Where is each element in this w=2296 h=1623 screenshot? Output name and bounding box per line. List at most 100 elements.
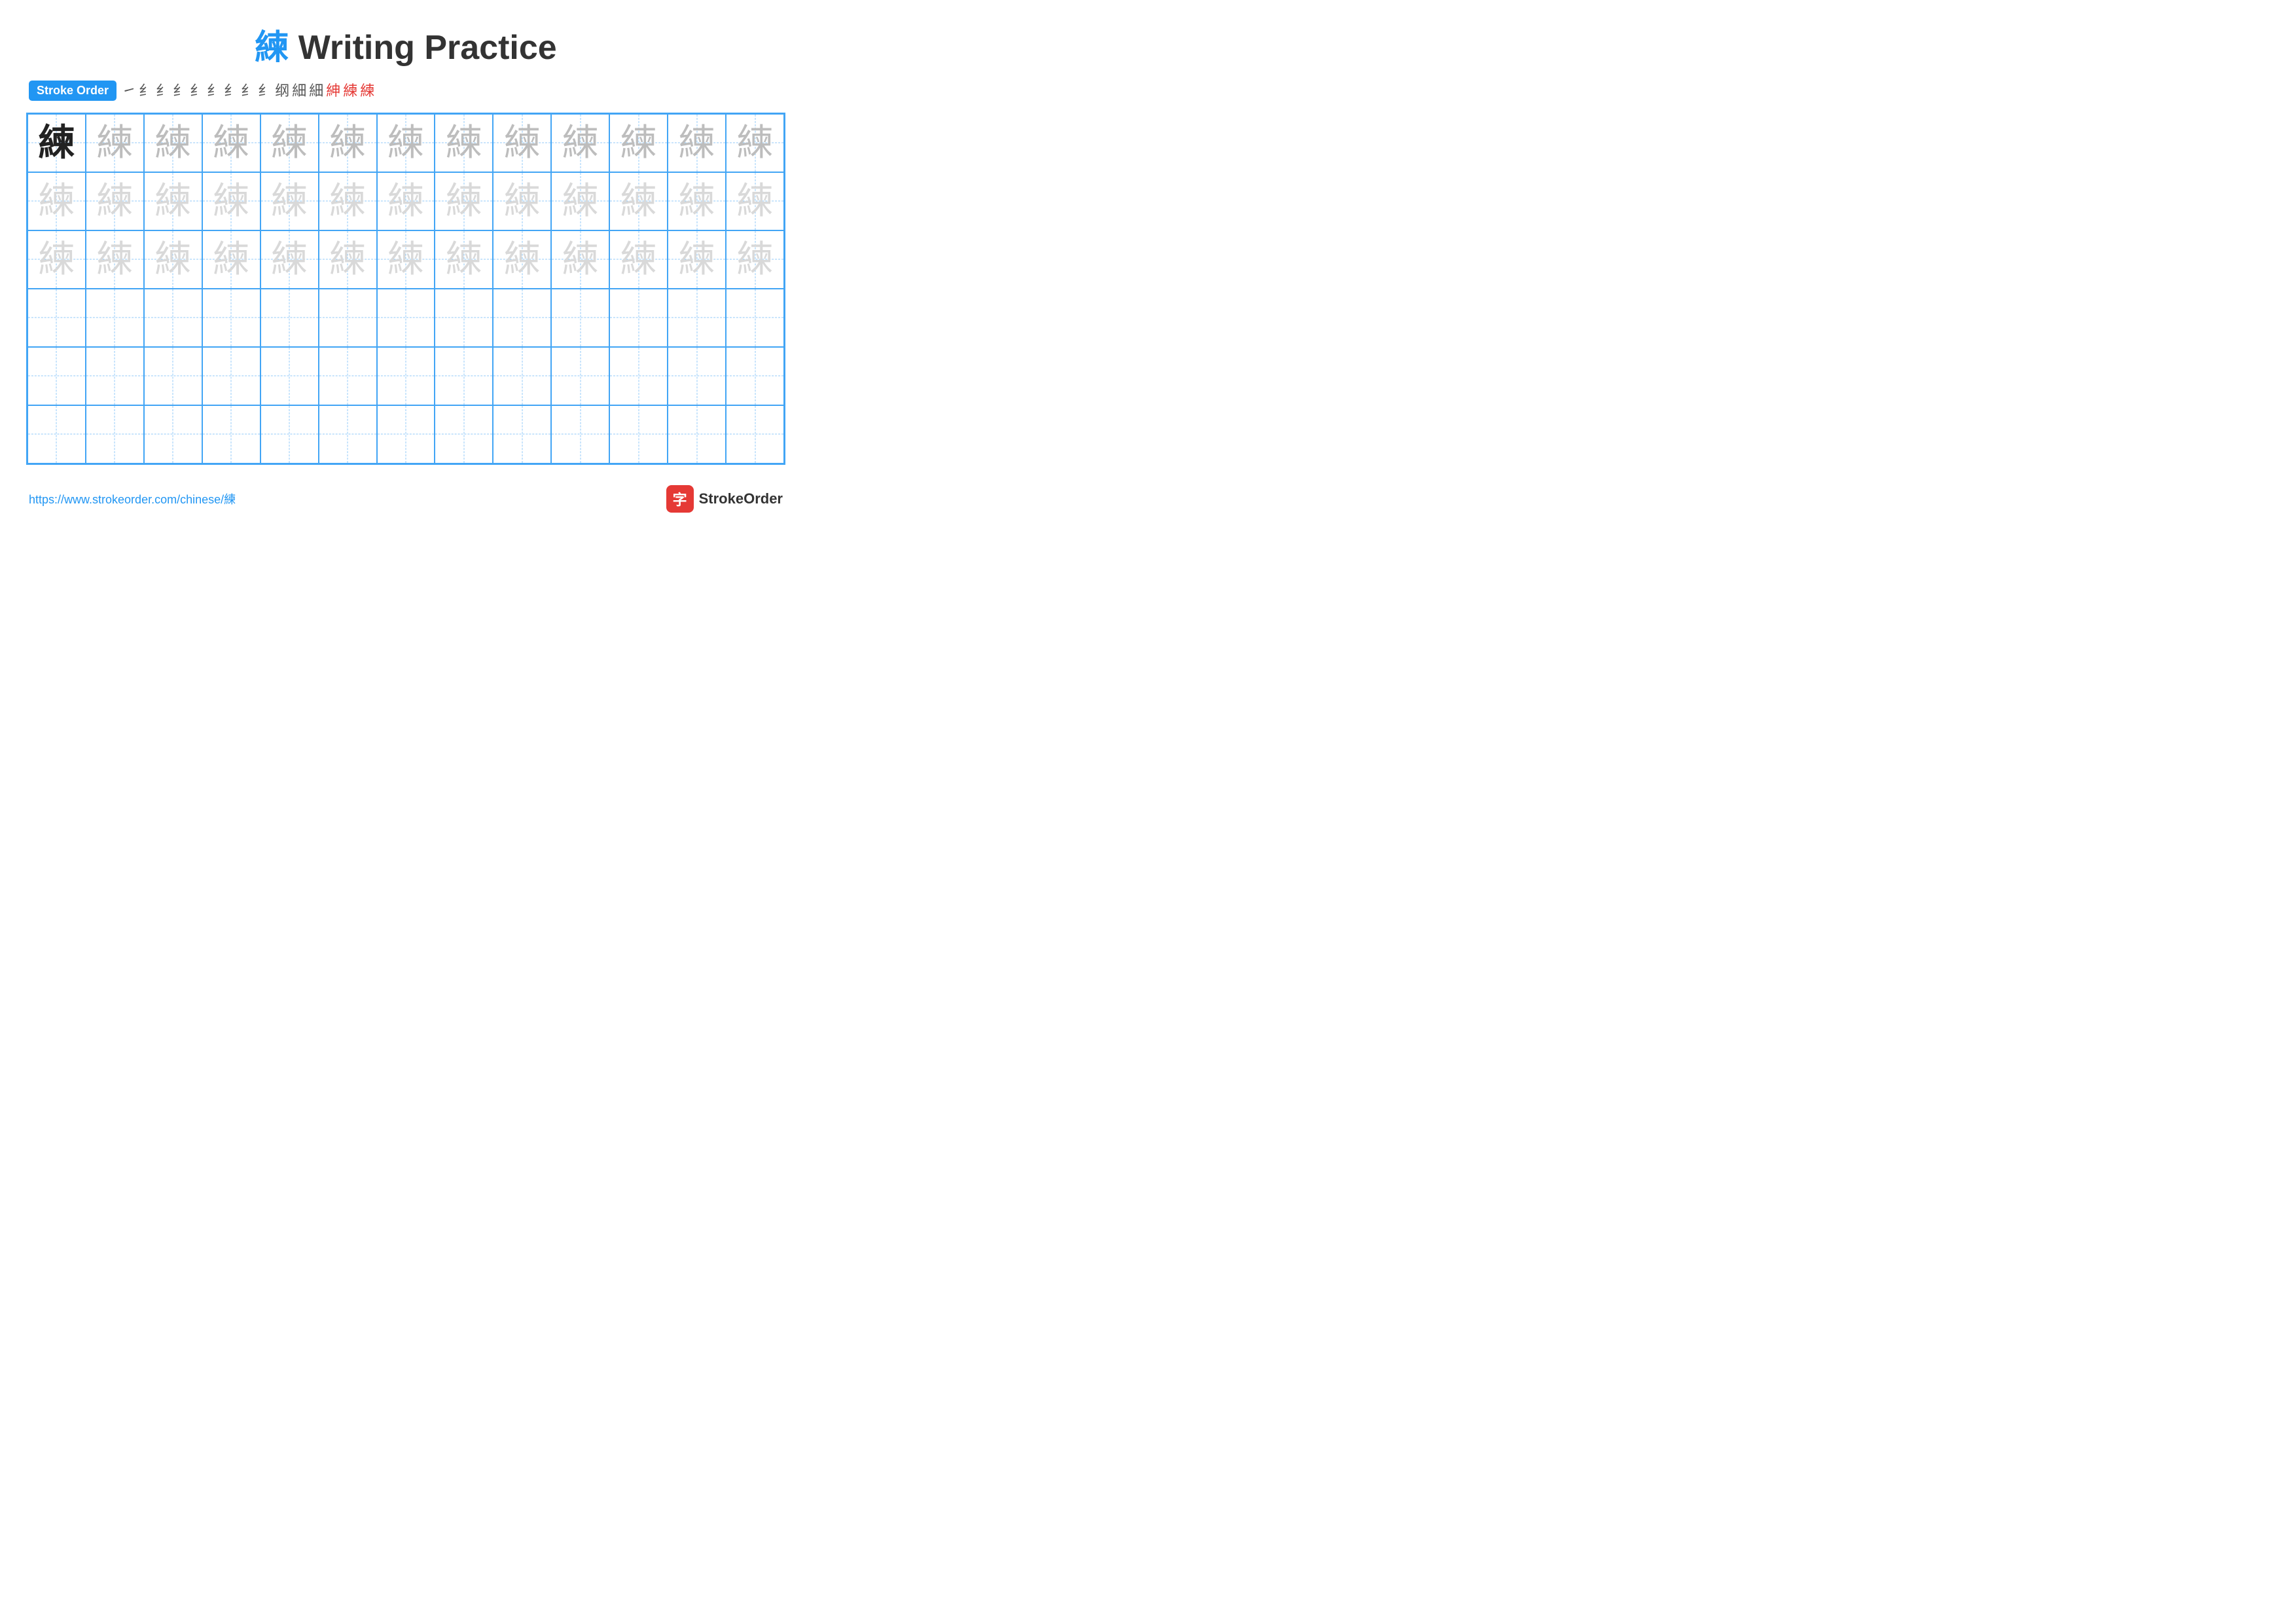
grid-cell-4-8[interactable] — [493, 347, 551, 405]
grid-cell-3-9[interactable] — [551, 289, 609, 347]
grid-cell-0-9[interactable]: 練 — [551, 114, 609, 172]
grid-cell-2-11[interactable]: 練 — [668, 230, 726, 289]
grid-cell-0-3[interactable]: 練 — [202, 114, 260, 172]
grid-cell-3-12[interactable] — [726, 289, 784, 347]
grid-cell-1-11[interactable]: 練 — [668, 172, 726, 230]
cell-char-2-3: 練 — [213, 241, 249, 278]
cell-char-0-1: 練 — [96, 124, 133, 161]
stroke-step-7: 纟 — [241, 84, 255, 98]
grid-cell-0-12[interactable]: 練 — [726, 114, 784, 172]
grid-cell-1-7[interactable]: 練 — [435, 172, 493, 230]
grid-cell-3-0[interactable] — [27, 289, 86, 347]
grid-cell-5-5[interactable] — [319, 405, 377, 464]
grid-cell-4-5[interactable] — [319, 347, 377, 405]
grid-cell-2-1[interactable]: 練 — [86, 230, 144, 289]
stroke-step-10: 細 — [292, 84, 306, 98]
grid-cell-4-0[interactable] — [27, 347, 86, 405]
grid-cell-0-0[interactable]: 練 — [27, 114, 86, 172]
grid-cell-5-3[interactable] — [202, 405, 260, 464]
grid-cell-2-4[interactable]: 練 — [260, 230, 319, 289]
grid-cell-0-4[interactable]: 練 — [260, 114, 319, 172]
grid-cell-4-3[interactable] — [202, 347, 260, 405]
grid-cell-1-6[interactable]: 練 — [377, 172, 435, 230]
grid-cell-5-12[interactable] — [726, 405, 784, 464]
cell-char-0-8: 練 — [504, 124, 541, 161]
grid-cell-2-8[interactable]: 練 — [493, 230, 551, 289]
grid-cell-4-1[interactable] — [86, 347, 144, 405]
grid-cell-5-9[interactable] — [551, 405, 609, 464]
grid-row-5 — [27, 405, 784, 464]
stroke-order-badge[interactable]: Stroke Order — [29, 81, 117, 101]
cell-char-1-2: 練 — [154, 183, 191, 219]
grid-cell-1-8[interactable]: 練 — [493, 172, 551, 230]
practice-grid: 練練練練練練練練練練練練練練練練練練練練練練練練練練練練練練練練練練練練練練練 — [26, 113, 785, 465]
cell-char-2-9: 練 — [562, 241, 599, 278]
grid-cell-3-4[interactable] — [260, 289, 319, 347]
grid-cell-5-8[interactable] — [493, 405, 551, 464]
grid-cell-3-10[interactable] — [609, 289, 668, 347]
stroke-step-5: 纟 — [207, 84, 221, 98]
grid-cell-4-9[interactable] — [551, 347, 609, 405]
grid-cell-0-5[interactable]: 練 — [319, 114, 377, 172]
brand-name: StrokeOrder — [699, 490, 783, 507]
title-char: 練 — [255, 29, 289, 67]
grid-cell-4-4[interactable] — [260, 347, 319, 405]
grid-cell-1-4[interactable]: 練 — [260, 172, 319, 230]
grid-cell-5-4[interactable] — [260, 405, 319, 464]
stroke-order-row: Stroke Order ㇀纟纟纟纟纟纟纟纟纲細細紳練練 — [26, 81, 785, 101]
grid-cell-2-5[interactable]: 練 — [319, 230, 377, 289]
grid-cell-3-6[interactable] — [377, 289, 435, 347]
grid-cell-2-7[interactable]: 練 — [435, 230, 493, 289]
grid-cell-2-2[interactable]: 練 — [144, 230, 202, 289]
grid-cell-2-0[interactable]: 練 — [27, 230, 86, 289]
cell-char-2-2: 練 — [154, 241, 191, 278]
grid-cell-4-12[interactable] — [726, 347, 784, 405]
grid-cell-5-11[interactable] — [668, 405, 726, 464]
grid-cell-0-6[interactable]: 練 — [377, 114, 435, 172]
grid-cell-3-5[interactable] — [319, 289, 377, 347]
grid-cell-5-1[interactable] — [86, 405, 144, 464]
grid-cell-5-0[interactable] — [27, 405, 86, 464]
grid-cell-0-2[interactable]: 練 — [144, 114, 202, 172]
grid-cell-1-12[interactable]: 練 — [726, 172, 784, 230]
grid-cell-4-7[interactable] — [435, 347, 493, 405]
grid-cell-1-9[interactable]: 練 — [551, 172, 609, 230]
grid-cell-0-1[interactable]: 練 — [86, 114, 144, 172]
brand: 字 StrokeOrder — [666, 485, 783, 513]
grid-cell-2-10[interactable]: 練 — [609, 230, 668, 289]
grid-cell-2-9[interactable]: 練 — [551, 230, 609, 289]
grid-cell-4-11[interactable] — [668, 347, 726, 405]
grid-cell-3-8[interactable] — [493, 289, 551, 347]
grid-cell-3-7[interactable] — [435, 289, 493, 347]
cell-char-0-5: 練 — [329, 124, 366, 161]
grid-cell-1-5[interactable]: 練 — [319, 172, 377, 230]
grid-cell-1-10[interactable]: 練 — [609, 172, 668, 230]
grid-cell-1-0[interactable]: 練 — [27, 172, 86, 230]
grid-cell-3-3[interactable] — [202, 289, 260, 347]
grid-cell-0-8[interactable]: 練 — [493, 114, 551, 172]
cell-char-1-5: 練 — [329, 183, 366, 219]
grid-cell-4-6[interactable] — [377, 347, 435, 405]
grid-cell-0-11[interactable]: 練 — [668, 114, 726, 172]
cell-char-0-9: 練 — [562, 124, 599, 161]
grid-cell-5-10[interactable] — [609, 405, 668, 464]
grid-cell-5-7[interactable] — [435, 405, 493, 464]
cell-char-2-6: 練 — [387, 241, 424, 278]
grid-cell-2-3[interactable]: 練 — [202, 230, 260, 289]
grid-cell-1-1[interactable]: 練 — [86, 172, 144, 230]
grid-cell-0-10[interactable]: 練 — [609, 114, 668, 172]
grid-cell-3-11[interactable] — [668, 289, 726, 347]
grid-cell-5-6[interactable] — [377, 405, 435, 464]
grid-cell-3-1[interactable] — [86, 289, 144, 347]
grid-cell-2-12[interactable]: 練 — [726, 230, 784, 289]
grid-cell-4-2[interactable] — [144, 347, 202, 405]
grid-cell-0-7[interactable]: 練 — [435, 114, 493, 172]
grid-cell-4-10[interactable] — [609, 347, 668, 405]
footer-url[interactable]: https://www.strokeorder.com/chinese/練 — [29, 490, 236, 507]
grid-cell-1-2[interactable]: 練 — [144, 172, 202, 230]
stroke-step-11: 細 — [309, 84, 323, 98]
grid-cell-3-2[interactable] — [144, 289, 202, 347]
grid-cell-5-2[interactable] — [144, 405, 202, 464]
grid-cell-1-3[interactable]: 練 — [202, 172, 260, 230]
grid-cell-2-6[interactable]: 練 — [377, 230, 435, 289]
